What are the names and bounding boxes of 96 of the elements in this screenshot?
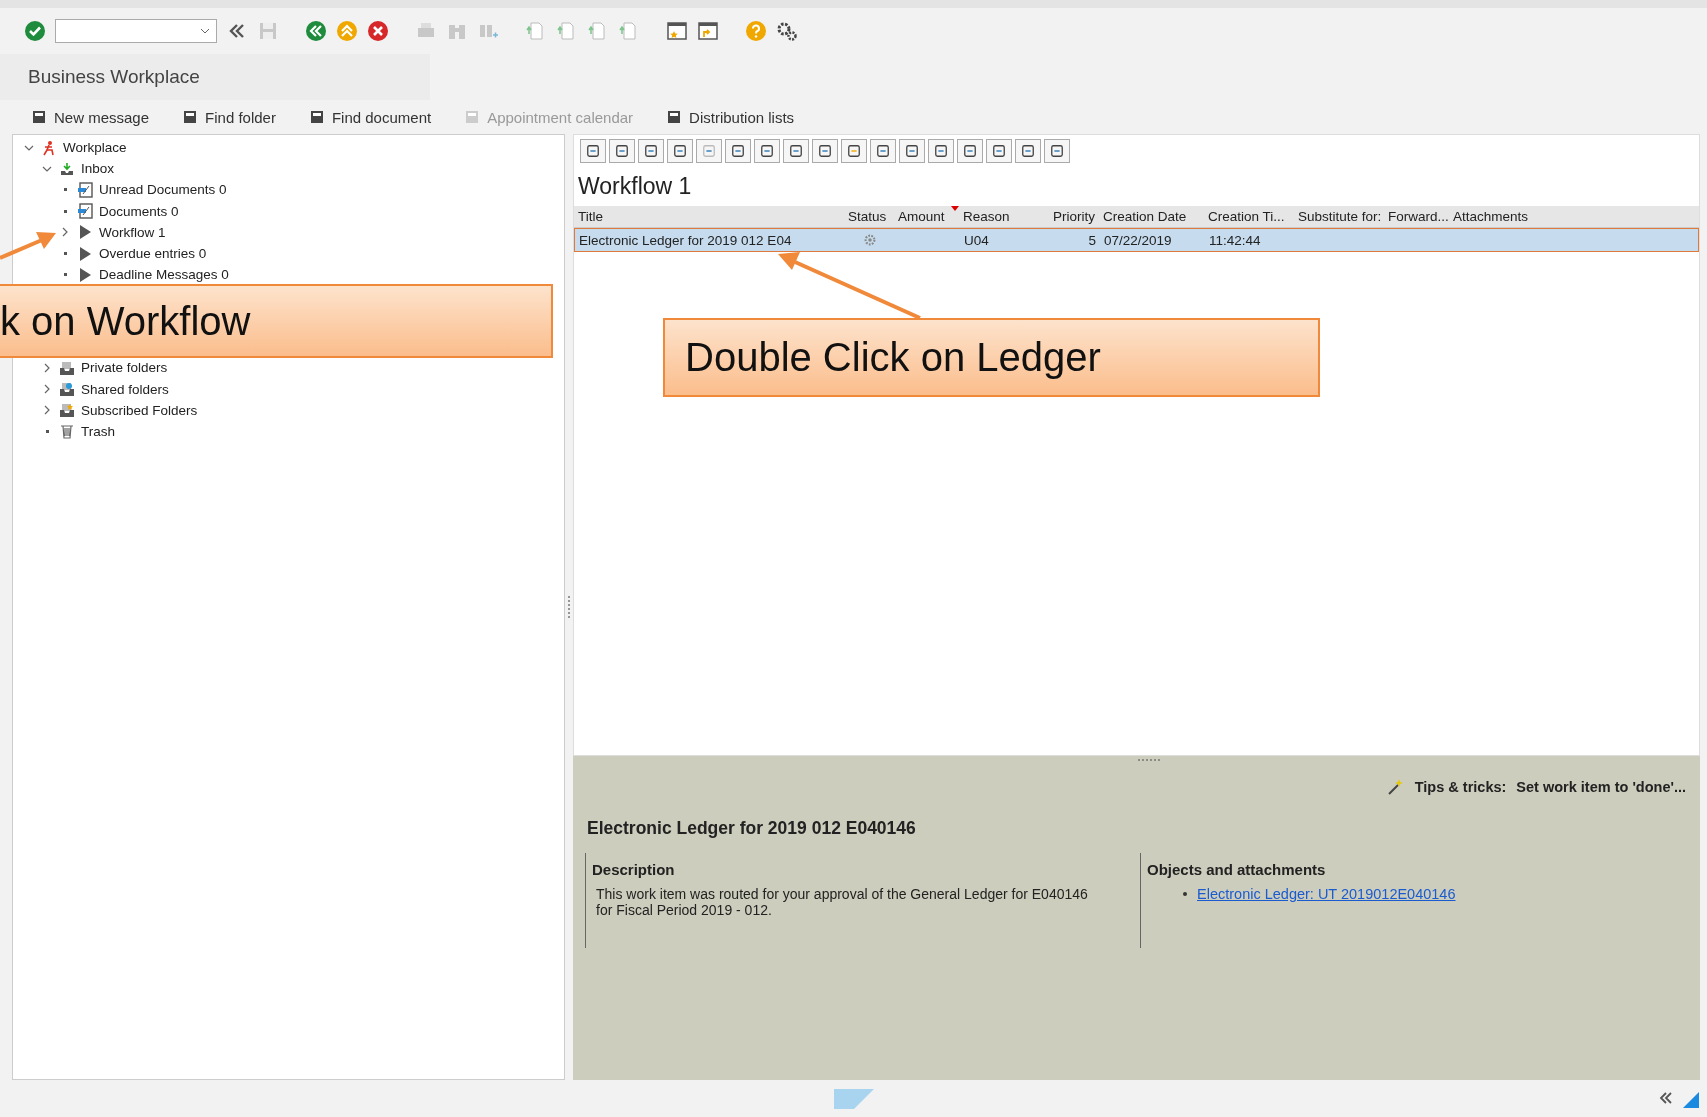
column-header[interactable]: Priority: [1049, 206, 1099, 227]
inbox-icon: [59, 160, 75, 177]
section-heading: Description: [592, 861, 676, 878]
tree-item[interactable]: Overdue entries 0: [99, 246, 207, 262]
column-header[interactable]: Title: [574, 206, 844, 227]
bullet-icon: [45, 429, 49, 433]
section-heading: Objects and attachments: [1147, 861, 1327, 878]
description-text: This work item was routed for your approval of the General Ledger for E040146 for Fiscal Period 2019 - 012.: [595, 886, 1089, 918]
cancel-icon[interactable]: [367, 20, 389, 42]
toolbar-button[interactable]: Distribution lists: [663, 106, 797, 128]
column-header[interactable]: Forward...: [1384, 206, 1449, 227]
toolbar-button[interactable]: [1015, 139, 1041, 163]
toolbar-button[interactable]: [667, 139, 693, 163]
bullet-icon: [63, 188, 67, 192]
tree-item[interactable]: Unread Documents 0: [99, 182, 227, 198]
play-icon: [77, 245, 93, 262]
column-header[interactable]: Status: [844, 206, 894, 227]
toolbar-button[interactable]: [609, 139, 635, 163]
caret-icon[interactable]: [42, 384, 52, 395]
toolbar-button[interactable]: [899, 139, 925, 163]
toolbar-button[interactable]: New message: [28, 106, 152, 128]
folder-tray-icon: [59, 381, 75, 398]
bullet-icon: [63, 209, 67, 213]
tips-text[interactable]: Set work item to 'done'...: [1516, 779, 1686, 795]
play-icon: [77, 266, 93, 283]
table-cell: 07/22/2019: [1104, 232, 1172, 248]
callout: Double Click on Ledger: [663, 318, 1320, 397]
bullet-icon: [63, 273, 67, 277]
toolbar-button[interactable]: [870, 139, 896, 163]
callout: k on Workflow: [0, 284, 553, 358]
tree-item[interactable]: Private folders: [81, 360, 168, 376]
toolbar-button[interactable]: Find folder: [179, 106, 278, 128]
arrow: [0, 232, 56, 260]
table-cell: U04: [964, 232, 989, 248]
screen-title: Business Workplace: [0, 54, 430, 100]
toolbar-button[interactable]: [783, 139, 809, 163]
shortcut-window-icon[interactable]: [697, 20, 719, 42]
toolbar-button[interactable]: [841, 139, 867, 163]
table-row[interactable]: Electronic Ledger for 2019 012 E04 U04 5 07/22/2019 11:42:44: [574, 228, 1699, 252]
splitter-handle-icon[interactable]: [567, 595, 571, 619]
toolbar-icon: [30, 108, 48, 126]
back-icon[interactable]: [305, 20, 327, 42]
splitter-handle-icon[interactable]: [1136, 758, 1161, 762]
settings-icon[interactable]: [776, 20, 798, 42]
command-field[interactable]: [55, 19, 217, 43]
tree-item[interactable]: Workflow 1: [99, 224, 166, 240]
bullet-icon: [1183, 892, 1187, 896]
toolbar-button[interactable]: [638, 139, 664, 163]
column-header[interactable]: Substitute for:: [1294, 206, 1384, 227]
column-header[interactable]: Creation Date: [1099, 206, 1204, 227]
column-header[interactable]: Amount: [894, 206, 959, 227]
column-header[interactable]: Reason: [959, 206, 1049, 227]
toolbar-button[interactable]: [1044, 139, 1070, 163]
toolbar-button[interactable]: [957, 139, 983, 163]
column-header[interactable]: Creation Ti...: [1204, 206, 1294, 227]
tips-label: Tips & tricks:: [1414, 779, 1507, 795]
logo-icon: [833, 1088, 874, 1109]
table-cell: Electronic Ledger for 2019 012 E04: [579, 232, 792, 248]
tree-item[interactable]: Shared folders: [81, 381, 169, 397]
attachment-link[interactable]: Electronic Ledger: UT 2019012E040146: [1197, 886, 1456, 902]
column-header[interactable]: Attachments: [1449, 206, 1539, 227]
caret-icon[interactable]: [42, 405, 52, 416]
toolbar-button[interactable]: [986, 139, 1012, 163]
document-icon: [77, 203, 93, 220]
new-window-icon[interactable]: [666, 20, 688, 42]
tree-item[interactable]: Documents 0: [99, 203, 179, 219]
toolbar-button[interactable]: [725, 139, 751, 163]
dropdown-icon[interactable]: [200, 28, 210, 34]
folder-tray-icon: [59, 402, 75, 419]
toolbar-button[interactable]: [928, 139, 954, 163]
resize-corner-icon[interactable]: [1683, 1092, 1699, 1108]
detail-title: Electronic Ledger for 2019 012 E040146: [586, 817, 917, 840]
collapse-icon[interactable]: [1659, 1092, 1673, 1104]
document-icon: [77, 181, 93, 198]
table-cell: 5: [1088, 232, 1096, 248]
bullet-icon: [63, 252, 67, 256]
person-icon: [41, 139, 57, 156]
list-title: Workflow 1: [577, 172, 693, 201]
toolbar-button[interactable]: [580, 139, 606, 163]
toolbar-button[interactable]: Find document: [305, 106, 434, 128]
confirm-icon[interactable]: [24, 20, 46, 42]
tree-item[interactable]: Subscribed Folders: [81, 402, 198, 418]
trash-icon: [59, 423, 75, 440]
tree-item[interactable]: Deadline Messages 0: [99, 267, 229, 283]
toolbar-button[interactable]: [812, 139, 838, 163]
gear-icon: [863, 233, 877, 247]
play-icon: [77, 224, 93, 241]
tree-item[interactable]: Workplace: [63, 140, 127, 156]
toolbar-button[interactable]: [754, 139, 780, 163]
tree-item[interactable]: Trash: [81, 423, 115, 439]
magic-wand-icon: [1386, 778, 1405, 796]
caret-icon[interactable]: [60, 227, 70, 238]
tree-item[interactable]: Inbox: [81, 161, 115, 177]
folder-tray-icon: [59, 359, 75, 376]
table-cell: 11:42:44: [1209, 232, 1261, 248]
caret-icon[interactable]: [42, 362, 52, 373]
